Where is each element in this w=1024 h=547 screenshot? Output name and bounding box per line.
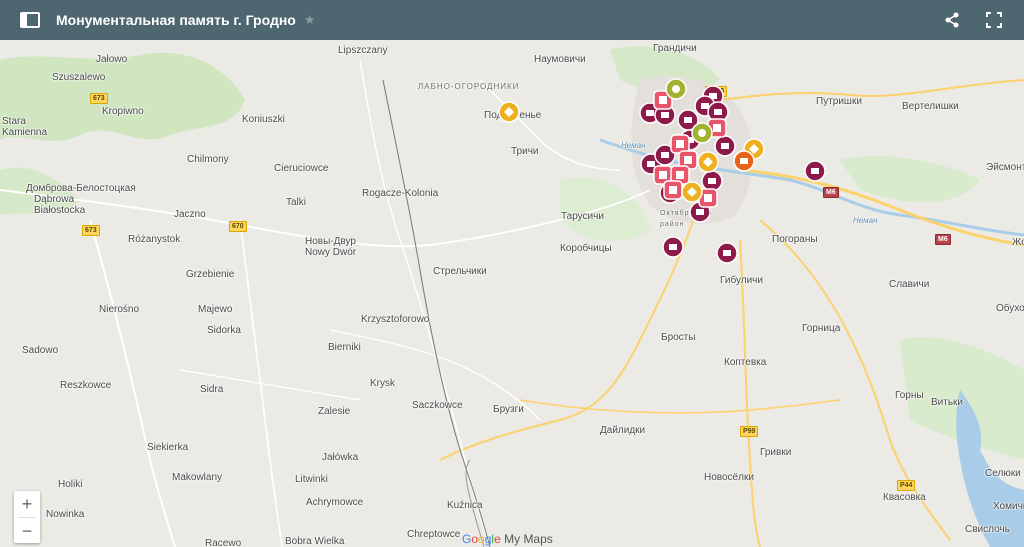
marker-pink[interactable] [663,180,683,200]
sidebar-toggle-button[interactable] [14,4,46,36]
marker-purple[interactable] [662,236,684,258]
marker-purple[interactable] [701,170,723,192]
zoom-control: + − [14,491,40,543]
marker-purple[interactable] [804,160,826,182]
marker-yellow[interactable] [498,101,520,123]
marker-yellow[interactable] [697,151,719,173]
marker-olive[interactable] [691,122,713,144]
google-my-maps-logo: Google My Maps [462,532,553,546]
share-icon [945,12,959,28]
fullscreen-button[interactable] [978,4,1010,36]
zoom-in-button[interactable]: + [14,491,40,517]
fullscreen-icon [986,12,1002,28]
zoom-out-button[interactable]: − [14,518,40,544]
map-title: Монументальная память г. Гродно [56,12,296,28]
map-canvas[interactable]: Jałowo Lipszczany Наумовичи Грандичи Szu… [0,40,1024,547]
star-icon[interactable]: ★ [304,12,316,28]
map-header: Монументальная память г. Гродно ★ [0,0,1024,40]
marker-olive[interactable] [665,78,687,100]
share-button[interactable] [936,4,968,36]
marker-purple[interactable] [716,242,738,264]
marker-purple[interactable] [714,135,736,157]
sidebar-toggle-icon [20,12,40,28]
marker-yellow[interactable] [681,181,703,203]
markers-layer [498,78,826,264]
marker-orange[interactable] [733,150,755,172]
